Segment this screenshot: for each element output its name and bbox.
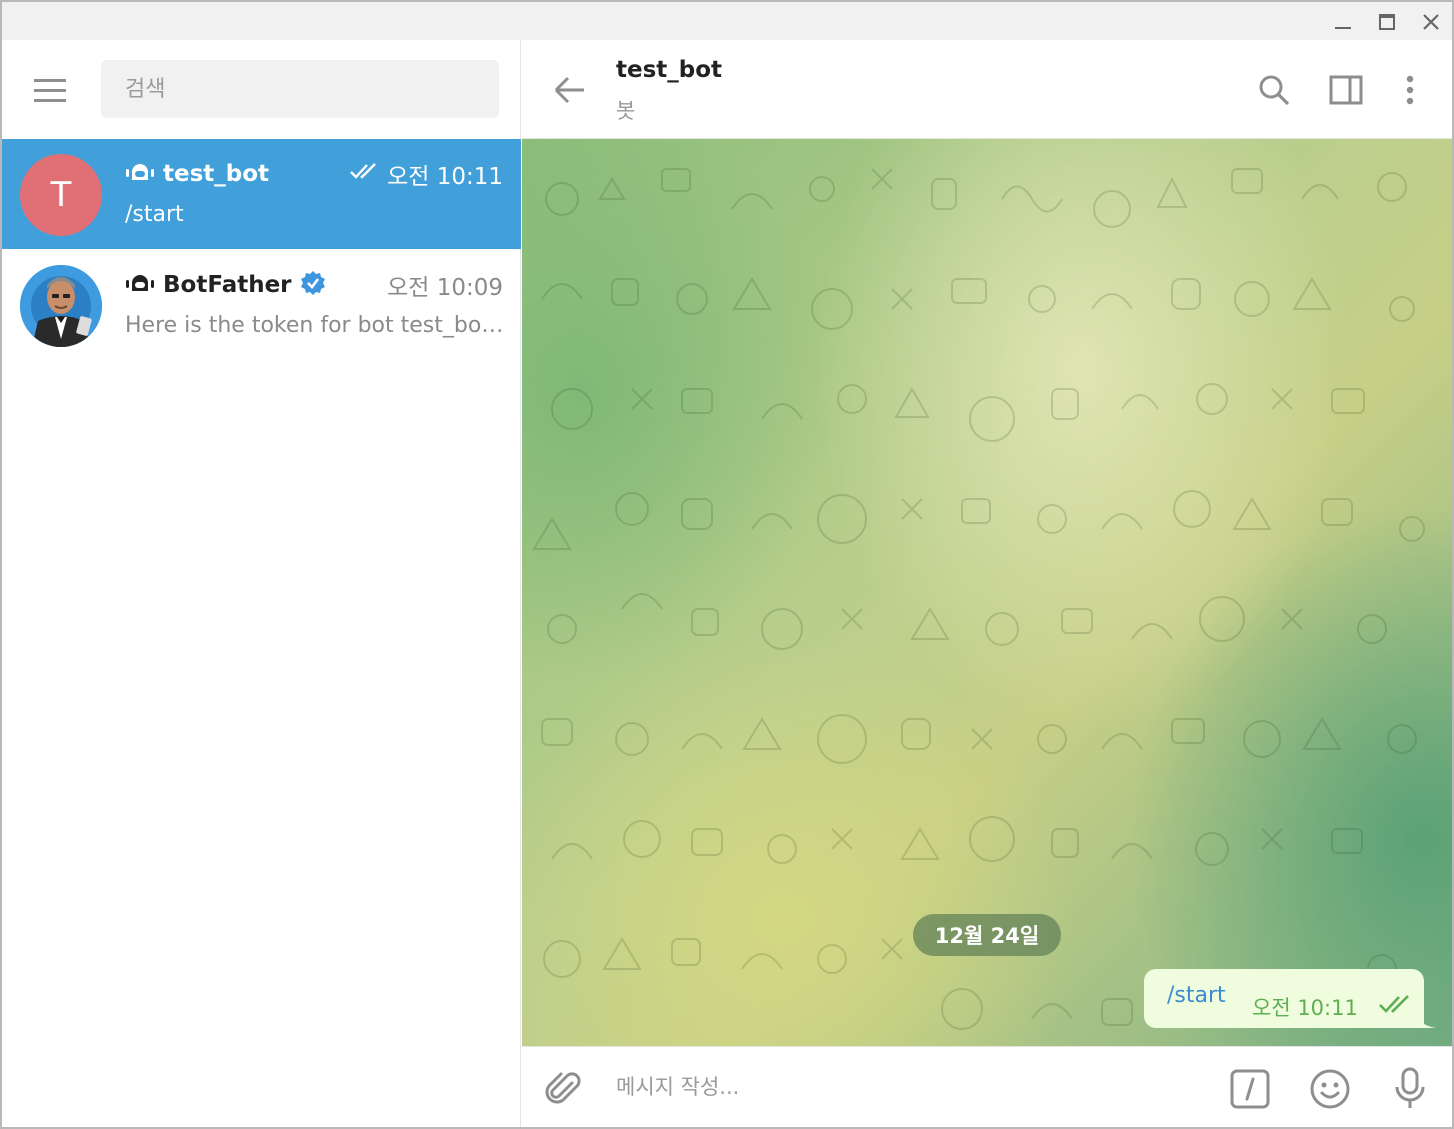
conversation-panel: test_bot 봇 12월 24일 /start 오전 10:11 메시지 작… [522, 40, 1452, 1127]
chat-time-row: 오전 10:11 [349, 159, 503, 190]
back-arrow-icon[interactable] [552, 72, 588, 108]
message-area[interactable]: 12월 24일 /start 오전 10:11 [522, 139, 1452, 1046]
title-bar [2, 2, 1452, 40]
wallpaper-pattern [532, 168, 1425, 1030]
search-input[interactable] [101, 60, 499, 118]
avatar: T [20, 154, 102, 236]
minimize-icon[interactable] [1326, 6, 1360, 38]
message-input[interactable] [616, 1067, 1176, 1107]
chat-time-row: 오전 10:09 [387, 270, 503, 301]
bot-icon [125, 160, 155, 188]
chat-time: 오전 10:11 [387, 164, 503, 190]
chat-name-row: BotFather [125, 270, 326, 300]
bot-icon [125, 271, 155, 299]
chat-header: test_bot 봇 [522, 40, 1452, 139]
attach-icon[interactable] [544, 1069, 584, 1109]
chat-name: test_bot [163, 161, 270, 187]
chat-name-row: test_bot [125, 159, 269, 189]
double-check-icon [1378, 993, 1412, 1019]
avatar [20, 265, 102, 347]
avatar-letter: T [50, 175, 72, 215]
close-icon[interactable] [1414, 6, 1448, 38]
message-text[interactable]: /start [1167, 983, 1226, 1008]
botfather-avatar-illustration [20, 265, 102, 347]
microphone-icon[interactable] [1388, 1067, 1432, 1111]
verified-badge-icon [300, 270, 326, 300]
search-icon[interactable] [1256, 72, 1292, 108]
outgoing-message-bubble[interactable]: /start 오전 10:11 [1144, 969, 1424, 1028]
chat-name: BotFather [163, 272, 292, 298]
emoji-icon[interactable] [1308, 1067, 1352, 1111]
maximize-icon[interactable] [1370, 6, 1404, 38]
double-check-icon [349, 161, 379, 187]
chat-title[interactable]: test_bot [616, 57, 722, 83]
telegram-window: T test_bot [0, 0, 1454, 1129]
chat-list-item-botfather[interactable]: BotFather 오전 10:09 Here is the token for… [2, 250, 521, 360]
chat-subtitle: 봇 [616, 99, 636, 123]
chat-last-message: /start [125, 202, 184, 227]
chat-list-panel: T test_bot [2, 40, 521, 1127]
side-panel-icon[interactable] [1328, 72, 1364, 108]
chat-time: 오전 10:09 [387, 275, 503, 301]
more-vertical-icon[interactable] [1392, 72, 1428, 108]
chat-list-item-test-bot[interactable]: T test_bot 오전 10:11 /start [2, 139, 521, 249]
date-separator: 12월 24일 [913, 914, 1061, 956]
hamburger-menu-icon[interactable] [32, 76, 70, 106]
message-composer [522, 1046, 1452, 1127]
message-time: 오전 10:11 [1252, 996, 1358, 1020]
chat-last-message: Here is the token for bot test_bot... [125, 313, 505, 338]
bot-command-icon[interactable] [1228, 1067, 1272, 1111]
bubble-tail [1414, 1011, 1436, 1028]
